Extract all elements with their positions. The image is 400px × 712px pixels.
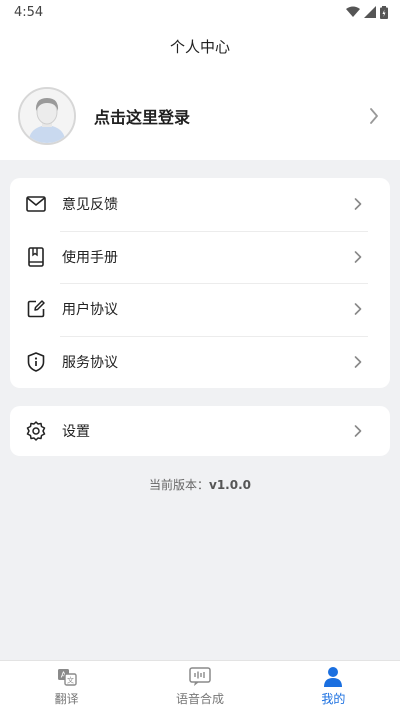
tab-label: 翻译 [54, 692, 79, 706]
chevron-right-icon [366, 108, 382, 124]
chevron-right-icon [350, 249, 366, 265]
menu-item-label: 意见反馈 [62, 197, 118, 214]
signal-icon [364, 6, 376, 18]
menu-item-manual[interactable]: 使用手册 [10, 230, 390, 284]
menu-item-user-agreement[interactable]: 用户协议 [10, 283, 390, 336]
menu-item-feedback[interactable]: 意见反馈 [10, 178, 390, 231]
version-number: v1.0.0 [209, 478, 251, 492]
tab-translate[interactable]: A文 翻译 [0, 661, 133, 712]
default-avatar-icon [20, 89, 74, 143]
info-shield-icon [26, 351, 46, 372]
menu-item-settings[interactable]: 设置 [10, 406, 390, 456]
user-icon [323, 666, 343, 688]
status-time: 4:54 [14, 4, 44, 20]
mail-icon [26, 194, 46, 214]
battery-icon [380, 5, 388, 19]
wifi-icon [346, 6, 360, 17]
chevron-right-icon [350, 354, 366, 370]
menu-item-label: 使用手册 [62, 249, 118, 266]
svg-text:文: 文 [67, 676, 74, 685]
tab-label: 我的 [321, 692, 346, 706]
speech-synthesis-icon [189, 666, 211, 688]
login-prompt[interactable]: 点击这里登录 [94, 104, 366, 128]
status-icons [346, 5, 388, 19]
translate-icon: A文 [57, 666, 77, 688]
version-prefix: 当前版本： [148, 478, 209, 492]
header-area: 4:54 个人中心 点击这里登录 [0, 0, 400, 160]
tab-mine[interactable]: 我的 [267, 661, 400, 712]
menu-item-label: 服务协议 [62, 354, 118, 371]
tab-label: 语音合成 [175, 692, 224, 706]
menu-item-service-agreement[interactable]: 服务协议 [10, 335, 390, 389]
status-bar: 4:54 [0, 0, 400, 24]
bottom-tab-bar: A文 翻译 语音合成 我的 [0, 660, 400, 712]
avatar[interactable] [18, 87, 76, 145]
chevron-right-icon [350, 301, 366, 317]
edit-icon [26, 299, 46, 319]
page-title: 个人中心 [169, 38, 230, 56]
book-icon [26, 246, 46, 267]
gear-icon [26, 421, 46, 441]
settings-card: 设置 [10, 406, 390, 456]
tab-speech-synthesis[interactable]: 语音合成 [133, 661, 266, 712]
chevron-right-icon [350, 196, 366, 212]
chevron-right-icon [350, 423, 366, 439]
version-info: 当前版本：v1.0.0 [0, 476, 400, 493]
login-row[interactable]: 点击这里登录 [18, 86, 382, 146]
menu-item-label: 设置 [62, 424, 90, 440]
menu-card: 意见反馈 使用手册 用户协议 服务协议 [10, 178, 390, 388]
menu-item-label: 用户协议 [62, 302, 118, 319]
